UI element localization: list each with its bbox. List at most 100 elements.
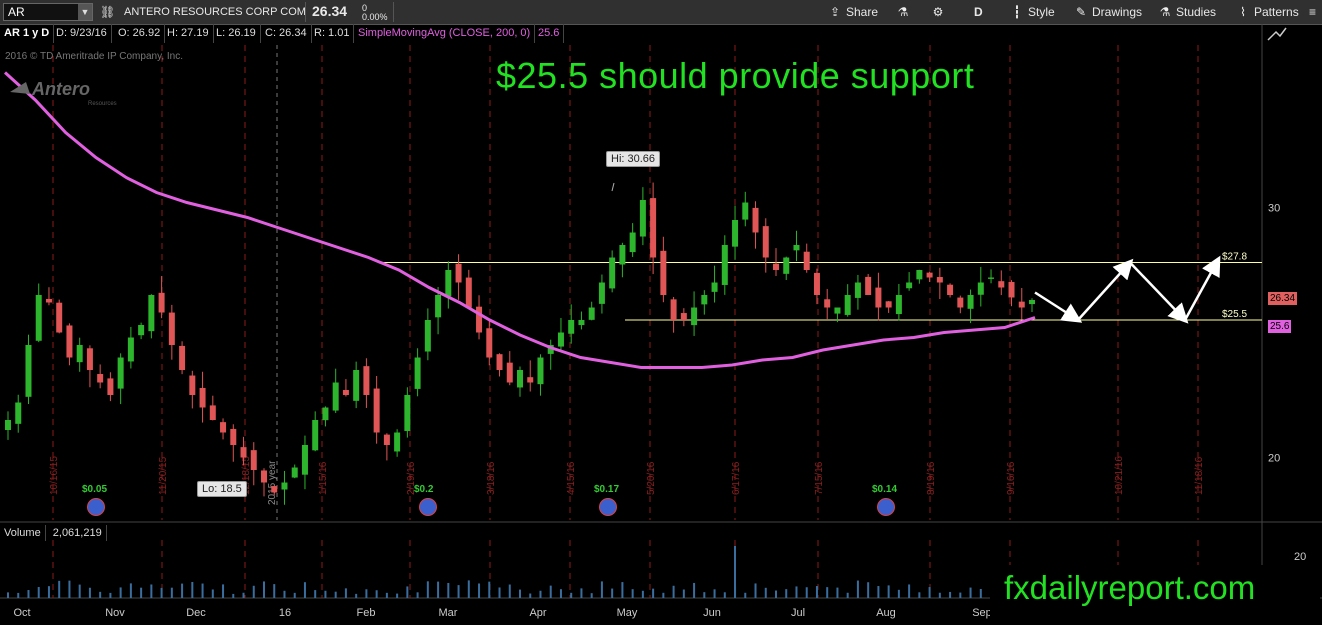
candle-body bbox=[332, 382, 339, 411]
volume-bar bbox=[611, 588, 614, 598]
candle-body bbox=[465, 277, 472, 308]
chevron-down-icon[interactable]: ▼ bbox=[78, 4, 92, 20]
candle-body bbox=[424, 320, 431, 352]
period-button[interactable]: D bbox=[974, 3, 983, 21]
volume-bar bbox=[877, 586, 880, 598]
time-axis-label: Nov bbox=[105, 607, 125, 619]
candle-body bbox=[926, 272, 933, 278]
candle-body bbox=[230, 428, 237, 445]
candle-body bbox=[5, 420, 11, 430]
volume-bar bbox=[559, 589, 562, 598]
volume-bar bbox=[293, 592, 296, 598]
study-name: SimpleMovingAvg (CLOSE, 200, 0) bbox=[354, 24, 536, 43]
settings-button[interactable]: ⚙ bbox=[931, 3, 949, 21]
volume-bar bbox=[938, 592, 941, 598]
candle-body bbox=[813, 272, 820, 295]
candle-body bbox=[762, 226, 769, 258]
antero-logo: Antero Resources bbox=[10, 79, 117, 107]
volume-bar bbox=[662, 592, 665, 598]
candle-body bbox=[506, 362, 513, 383]
candle-body bbox=[732, 220, 739, 247]
time-axis-label: Dec bbox=[186, 607, 206, 619]
volume-bar bbox=[283, 590, 286, 598]
volume-bar bbox=[529, 593, 532, 598]
volume-bar bbox=[897, 589, 900, 598]
candle-body bbox=[291, 467, 298, 478]
volume-bar bbox=[641, 590, 644, 598]
dividend-icon[interactable] bbox=[87, 498, 105, 516]
watermark-text: fxdailyreport.com bbox=[1004, 569, 1256, 606]
volume-bar bbox=[191, 581, 194, 598]
candle-body bbox=[97, 374, 104, 383]
dividend-icon[interactable] bbox=[419, 498, 437, 516]
candle-body bbox=[517, 370, 523, 388]
style-button[interactable]: ┇ Style bbox=[1010, 3, 1054, 21]
volume-bar bbox=[232, 593, 235, 598]
patterns-button[interactable]: ⌇ Patterns bbox=[1236, 3, 1299, 21]
link-icon[interactable]: ⛓ bbox=[100, 3, 115, 21]
candle-body bbox=[168, 312, 175, 345]
volume-bar bbox=[539, 590, 542, 598]
candle-body bbox=[875, 287, 882, 308]
volume-bar bbox=[805, 587, 808, 598]
flask-button[interactable]: ⚗ bbox=[896, 3, 914, 21]
time-axis-label: Jul bbox=[791, 607, 805, 619]
dividend-label: $0.14 bbox=[872, 484, 898, 495]
chart-id: AR 1 y D bbox=[0, 24, 55, 43]
resistance-label: $27.8 bbox=[1222, 252, 1247, 263]
symbol-input[interactable]: AR ▼ bbox=[3, 3, 93, 21]
candle-body bbox=[158, 292, 165, 313]
volume-bar bbox=[631, 589, 634, 598]
candle-body bbox=[414, 357, 421, 389]
candle-body bbox=[609, 257, 616, 289]
drawings-button[interactable]: ✎ Drawings bbox=[1074, 3, 1142, 21]
candle-body bbox=[486, 328, 493, 358]
candle-body bbox=[578, 320, 585, 326]
event-date-label: 9/16/16 bbox=[1006, 461, 1017, 495]
volume-bar bbox=[27, 590, 30, 598]
volume-bar bbox=[88, 587, 91, 598]
dividend-label: $0.17 bbox=[594, 484, 620, 495]
candle-body bbox=[742, 202, 749, 220]
time-axis-label: May bbox=[617, 607, 638, 619]
volume-bar bbox=[355, 593, 358, 598]
candle-body bbox=[557, 332, 564, 347]
candle-body bbox=[45, 298, 52, 303]
candle-body bbox=[261, 470, 267, 483]
candle-body bbox=[496, 354, 503, 370]
candle-body bbox=[363, 366, 370, 395]
event-date-label: 7/15/16 bbox=[814, 461, 825, 495]
volume-bar bbox=[385, 592, 388, 598]
volume-bar bbox=[928, 587, 931, 598]
candle-body bbox=[527, 377, 534, 383]
company-name: ANTERO RESOURCES CORP COM bbox=[124, 6, 306, 18]
volume-bar bbox=[478, 583, 481, 598]
volume-bar bbox=[959, 592, 962, 598]
study-value: 25.6 bbox=[534, 24, 565, 43]
info-high: H: 27.19 bbox=[163, 24, 214, 43]
studies-button[interactable]: ⚗ Studies bbox=[1158, 3, 1216, 21]
time-axis-label: Apr bbox=[529, 607, 546, 619]
info-close: C: 26.34 bbox=[261, 24, 312, 43]
volume-bar bbox=[201, 583, 204, 598]
volume-bar bbox=[7, 592, 9, 598]
volume-bar bbox=[17, 592, 20, 598]
event-date-label: 11/20/15 bbox=[158, 456, 169, 495]
share-button[interactable]: ⇪ Share bbox=[828, 3, 878, 21]
info-open: O: 26.92 bbox=[114, 24, 166, 43]
dividend-icon[interactable] bbox=[599, 498, 617, 516]
candle-body bbox=[803, 251, 810, 270]
candle-body bbox=[312, 420, 319, 451]
candle-body bbox=[629, 232, 636, 253]
dividend-icon[interactable] bbox=[877, 498, 895, 516]
menu-icon[interactable]: ≡ bbox=[1309, 3, 1316, 21]
candle-body bbox=[127, 337, 134, 362]
volume-bar bbox=[775, 590, 777, 598]
volume-label: Volume bbox=[0, 525, 46, 541]
event-date-label: 3/18/16 bbox=[486, 461, 497, 495]
candle-body bbox=[936, 277, 943, 283]
volume-value: 2,061,219 bbox=[49, 525, 107, 541]
volume-bar bbox=[682, 589, 685, 598]
candle-body bbox=[271, 486, 278, 493]
candle-body bbox=[988, 277, 995, 279]
